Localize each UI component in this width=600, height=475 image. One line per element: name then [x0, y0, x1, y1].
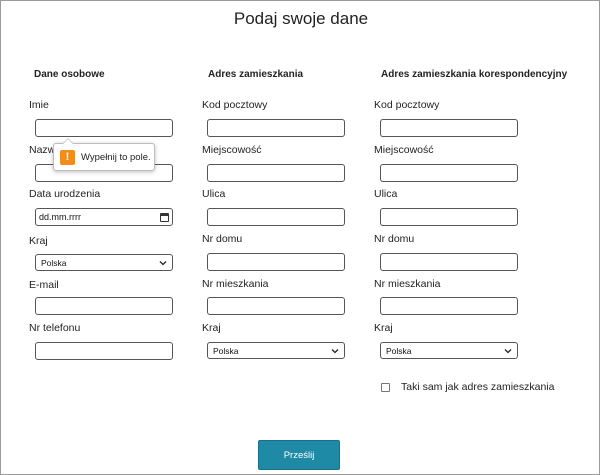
address-miejscowosc-label: Miejscowość: [202, 144, 262, 156]
corr-kod-label: Kod pocztowy: [374, 99, 440, 111]
kraj-label: Kraj: [29, 235, 48, 247]
personal-heading: Dane osobowe: [34, 69, 105, 80]
imie-label: Imie: [29, 99, 49, 111]
form-window: Podaj swoje dane Dane osobowe Imie Nazwi…: [0, 0, 600, 475]
address-kraj-label: Kraj: [202, 322, 221, 334]
corr-nr-domu-input[interactable]: [380, 253, 518, 271]
kraj-select-value: Polska: [41, 257, 67, 268]
address-heading: Adres zamieszkania: [208, 69, 304, 80]
dob-input[interactable]: dd.mm.rrrr: [35, 208, 173, 226]
calendar-icon[interactable]: [160, 212, 169, 222]
dob-label: Data urodzenia: [29, 188, 101, 200]
email-label: E-mail: [29, 279, 59, 291]
address-nr-mieszkania-input[interactable]: [207, 297, 345, 315]
corr-miejscowosc-input[interactable]: [380, 164, 518, 182]
tooltip-message: Wypełnij to pole.: [81, 151, 151, 163]
validation-tooltip: ! Wypełnij to pole.: [53, 138, 155, 171]
phone-input[interactable]: [35, 342, 173, 360]
address-nr-domu-input[interactable]: [207, 253, 345, 271]
corr-kraj-value: Polska: [386, 345, 412, 356]
warning-icon: !: [60, 149, 75, 165]
correspondence-heading: Adres zamieszkania korespondencyjny: [381, 69, 568, 80]
address-kraj-select[interactable]: Polska: [207, 342, 345, 359]
address-kod-input[interactable]: [207, 119, 345, 137]
address-ulica-input[interactable]: [207, 208, 345, 226]
corr-nr-mieszkania-label: Nr mieszkania: [374, 278, 441, 290]
same-address-label[interactable]: Taki sam jak adres zamieszkania: [401, 381, 554, 393]
corr-ulica-input[interactable]: [380, 208, 518, 226]
corr-ulica-label: Ulica: [374, 188, 398, 200]
email-input[interactable]: [35, 297, 173, 315]
corr-nr-mieszkania-input[interactable]: [380, 297, 518, 315]
same-address-checkbox[interactable]: [381, 383, 390, 392]
chevron-down-icon: [159, 260, 167, 265]
address-kraj-value: Polska: [213, 345, 239, 356]
corr-nr-domu-label: Nr domu: [374, 233, 415, 245]
corr-miejscowosc-label: Miejscowość: [374, 144, 434, 156]
submit-button[interactable]: Prześlij: [258, 440, 340, 470]
address-kod-label: Kod pocztowy: [202, 99, 268, 111]
address-nr-mieszkania-label: Nr mieszkania: [202, 278, 269, 290]
kraj-select[interactable]: Polska: [35, 254, 173, 271]
phone-label: Nr telefonu: [29, 322, 81, 334]
chevron-down-icon: [504, 348, 512, 353]
address-miejscowosc-input[interactable]: [207, 164, 345, 182]
corr-kraj-select[interactable]: Polska: [380, 342, 518, 359]
page-title: Podaj swoje dane: [233, 9, 369, 28]
dob-value: dd.mm.rrrr: [39, 212, 81, 222]
corr-kraj-label: Kraj: [374, 322, 393, 334]
address-nr-domu-label: Nr domu: [202, 233, 243, 245]
chevron-down-icon: [331, 348, 339, 353]
address-ulica-label: Ulica: [202, 188, 226, 200]
imie-input[interactable]: [35, 119, 173, 137]
corr-kod-input[interactable]: [380, 119, 518, 137]
